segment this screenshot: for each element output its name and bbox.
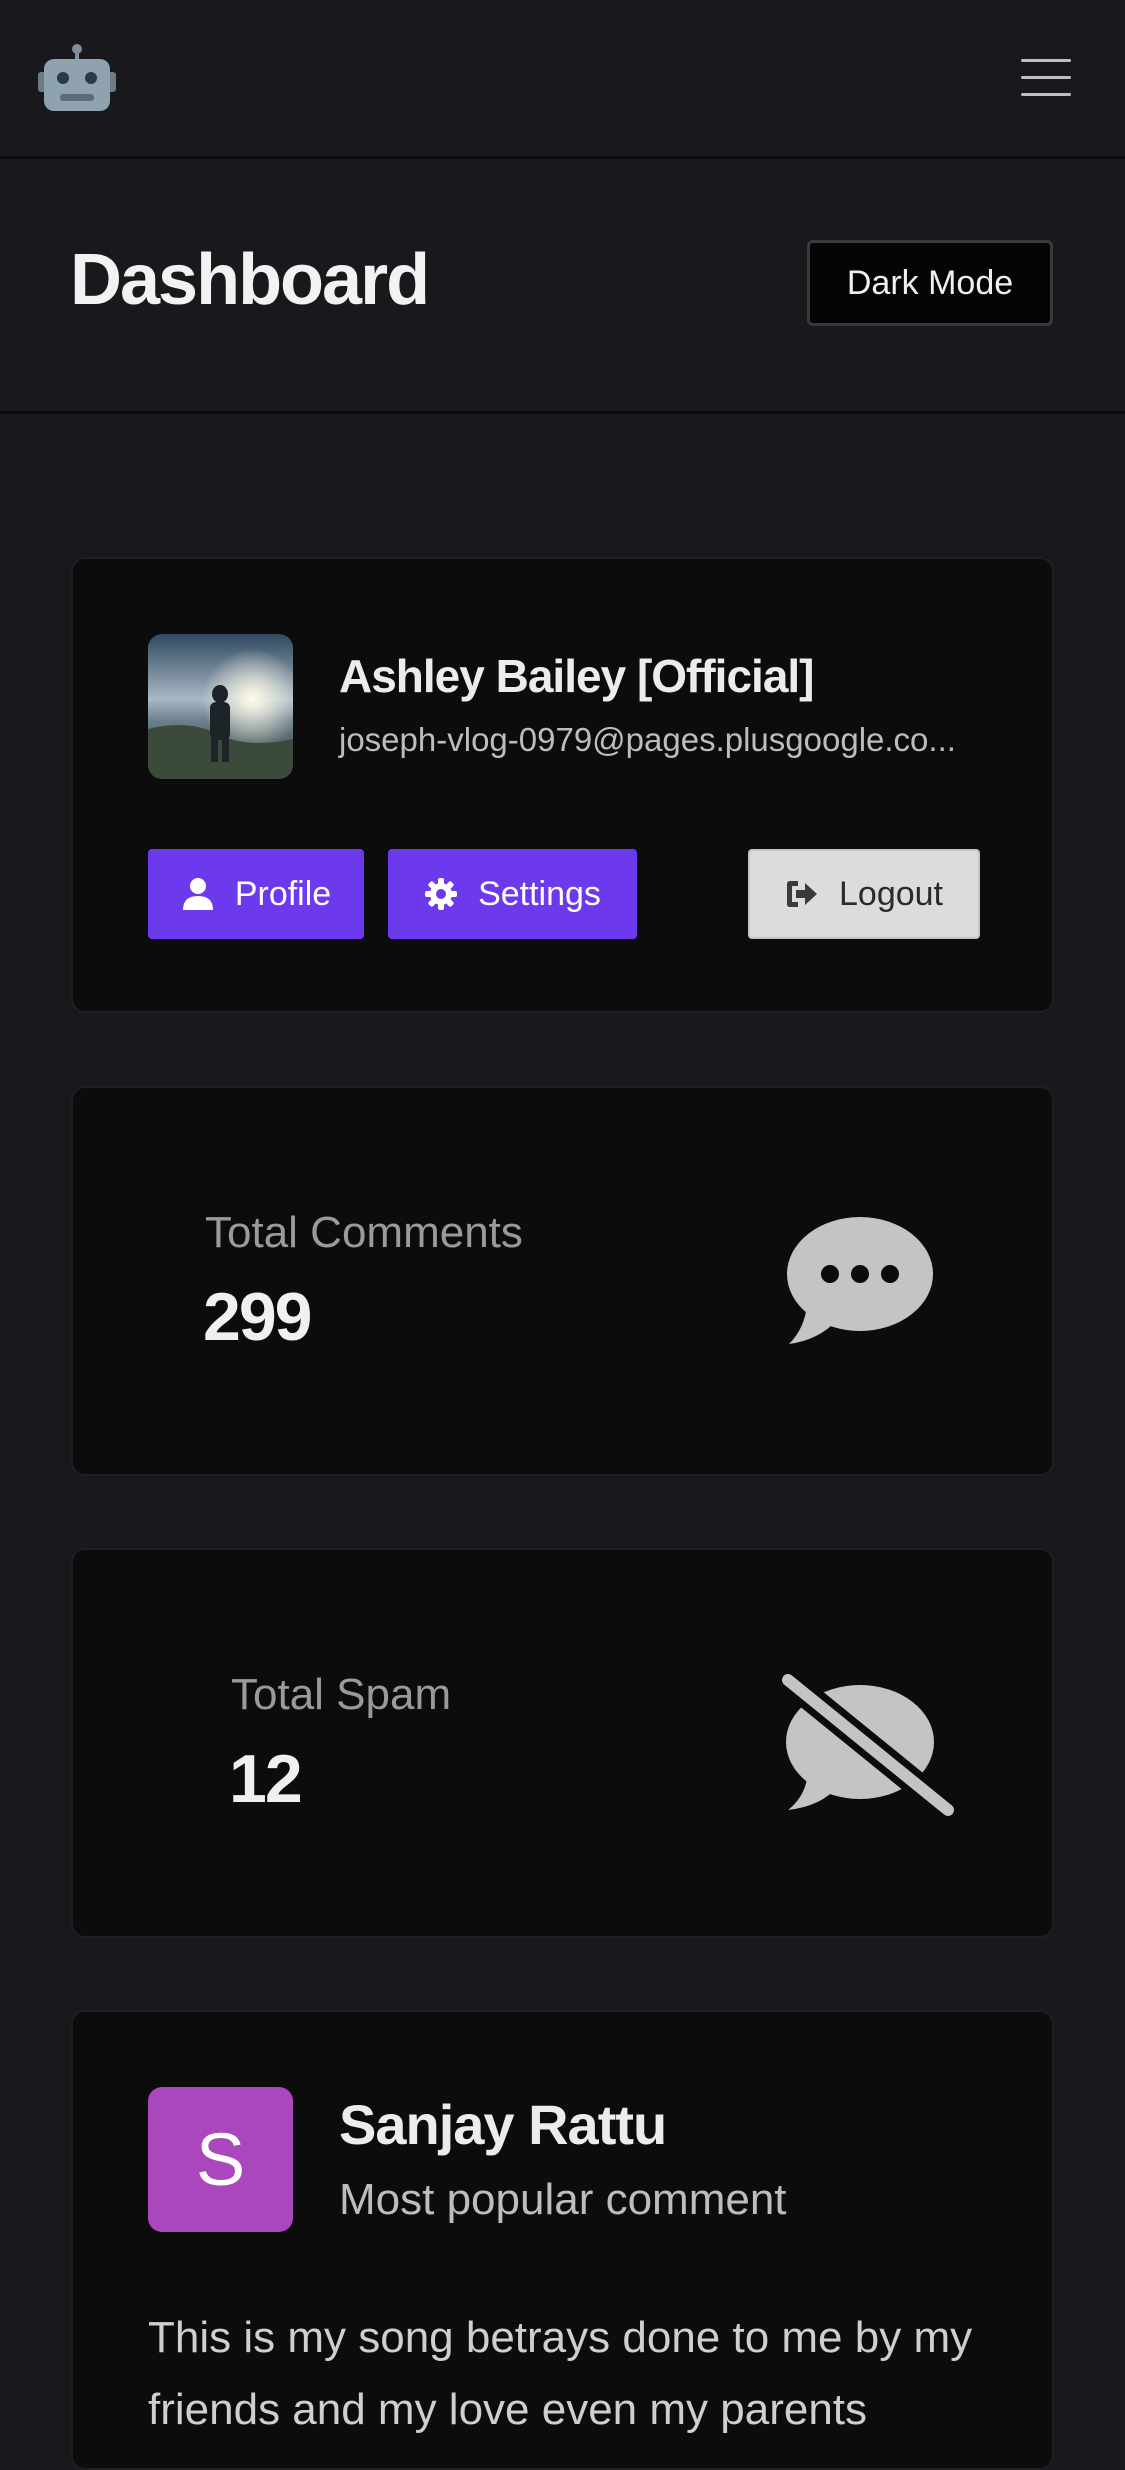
total-comments-card: Total Comments 299 — [71, 1086, 1054, 1476]
gear-icon — [425, 878, 458, 910]
dark-mode-button[interactable]: Dark Mode — [807, 240, 1053, 326]
page-header: Dashboard Dark Mode — [0, 159, 1125, 414]
total-spam-label: Total Spam — [231, 1670, 452, 1719]
avatar — [148, 634, 293, 779]
page-title: Dashboard — [70, 240, 430, 320]
profile-button[interactable]: Profile — [148, 849, 364, 939]
sign-out-icon — [787, 881, 817, 907]
logout-button-label: Logout — [839, 874, 943, 913]
total-comments-label: Total Comments — [205, 1208, 523, 1257]
settings-button-label: Settings — [478, 874, 601, 913]
total-spam-value: 12 — [229, 1741, 303, 1817]
commenter-avatar: S — [148, 2087, 293, 2232]
comment-subtitle: Most popular comment — [339, 2175, 787, 2224]
total-comments-value: 299 — [203, 1279, 312, 1355]
user-name: Ashley Bailey [Official] — [339, 650, 814, 702]
comment-dots-icon — [787, 1217, 933, 1344]
robot-icon[interactable] — [38, 40, 116, 118]
comment-text: This is my song betrays done to me by my… — [148, 2313, 973, 2434]
user-icon — [182, 878, 213, 910]
popular-comment-card: S Sanjay Rattu Most popular comment This… — [71, 2010, 1054, 2470]
user-email: joseph-vlog-0979@pages.plusgoogle.co... — [339, 721, 956, 758]
hamburger-menu-icon[interactable] — [1016, 52, 1080, 104]
profile-card: Ashley Bailey [Official] joseph-vlog-097… — [71, 557, 1054, 1013]
profile-button-label: Profile — [234, 874, 332, 913]
logout-button[interactable]: Logout — [748, 849, 980, 939]
commenter-name: Sanjay Rattu — [339, 2093, 667, 2156]
top-navbar — [0, 0, 1125, 159]
comment-slash-icon — [775, 1670, 958, 1820]
total-spam-card: Total Spam 12 — [71, 1548, 1054, 1938]
settings-button[interactable]: Settings — [388, 849, 637, 939]
